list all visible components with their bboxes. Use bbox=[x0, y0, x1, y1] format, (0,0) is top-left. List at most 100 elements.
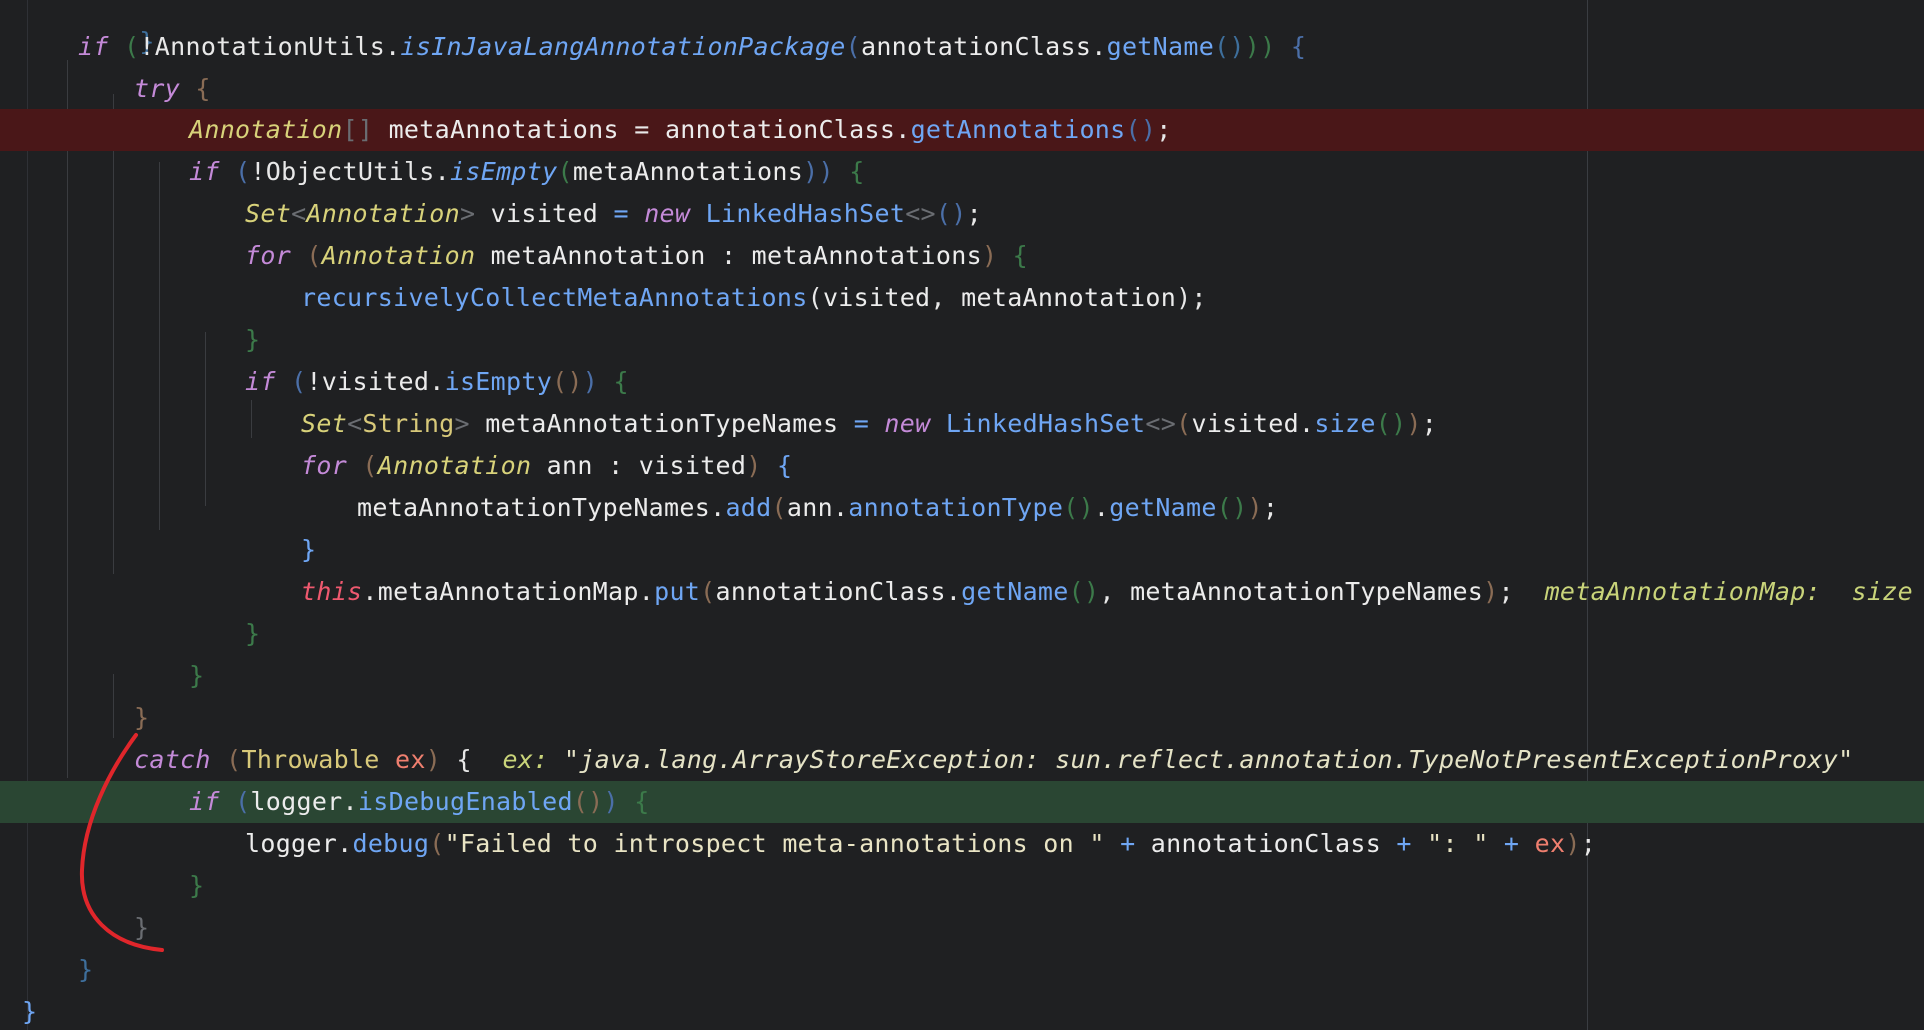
paren: ) bbox=[603, 787, 619, 816]
colon: : bbox=[720, 241, 737, 270]
debug-inlay-value[interactable]: "java.lang.ArrayStoreException: sun.refl… bbox=[564, 745, 1854, 774]
indent-guide bbox=[205, 332, 206, 506]
dot: . bbox=[434, 157, 451, 186]
parens: () bbox=[1063, 493, 1094, 522]
variable: ann bbox=[546, 451, 593, 480]
class-reference: LinkedHashSet bbox=[945, 409, 1146, 438]
code-line: for (Annotation metaAnnotation : metaAnn… bbox=[245, 235, 1028, 277]
paren: ( bbox=[845, 32, 861, 61]
paren: ( bbox=[771, 493, 787, 522]
method-call: isDebugEnabled bbox=[357, 787, 573, 816]
variable: ex bbox=[395, 745, 426, 774]
variable: metaAnnotations bbox=[751, 241, 982, 270]
dot: . bbox=[1298, 409, 1315, 438]
parens: () bbox=[935, 199, 967, 228]
code-line: if (!AnnotationUtils.isInJavaLangAnnotat… bbox=[78, 26, 1306, 68]
paren: ( bbox=[226, 745, 242, 774]
paren: ) bbox=[425, 745, 442, 774]
variable: visited bbox=[1191, 409, 1299, 438]
keyword-new: new bbox=[884, 409, 931, 438]
code-editor[interactable]: } if (!AnnotationUtils.isInJavaLangAnnot… bbox=[0, 0, 1924, 1030]
code-line: this.metaAnnotationMap.put(annotationCla… bbox=[301, 571, 1924, 613]
debug-inlay-value[interactable]: metaAnnotationMap: size = 1 annota bbox=[1545, 577, 1924, 606]
method-call: size bbox=[1314, 409, 1376, 438]
parens: () bbox=[1125, 115, 1157, 144]
paren: ) bbox=[1247, 493, 1263, 522]
paren: ) bbox=[1483, 577, 1499, 606]
code-line: } bbox=[134, 907, 149, 949]
code-line: } bbox=[189, 655, 204, 697]
debug-inlay-label[interactable]: ex: bbox=[503, 745, 549, 774]
parens: () bbox=[552, 367, 583, 396]
parens: () bbox=[1216, 493, 1248, 522]
method-call: getName bbox=[1106, 32, 1215, 61]
semicolon: ; bbox=[1156, 115, 1172, 144]
parens: () bbox=[1375, 409, 1407, 438]
variable: ex bbox=[1534, 829, 1566, 858]
paren: ) bbox=[1565, 829, 1581, 858]
parens: () bbox=[1068, 577, 1100, 606]
method-call: isEmpty bbox=[450, 157, 558, 186]
open-brace: { bbox=[634, 787, 650, 816]
method-call: isInJavaLangAnnotationPackage bbox=[400, 32, 846, 61]
method-call: getName bbox=[961, 577, 1069, 606]
dot: . bbox=[895, 115, 911, 144]
open-brace: { bbox=[849, 157, 865, 186]
type-name: Annotation bbox=[377, 451, 532, 480]
operator-not: ! bbox=[250, 157, 266, 186]
dot: . bbox=[638, 577, 655, 606]
generic-bracket: < bbox=[347, 409, 363, 438]
dot: . bbox=[945, 577, 962, 606]
generic-bracket: > bbox=[459, 199, 476, 228]
operator-plus: + bbox=[1503, 829, 1520, 858]
open-brace: { bbox=[456, 745, 472, 774]
code-line: recursivelyCollectMetaAnnotations(visite… bbox=[301, 277, 1207, 319]
indent-guide bbox=[113, 674, 114, 738]
string-literal: ": " bbox=[1427, 829, 1489, 858]
generic-diamond: <> bbox=[905, 199, 936, 228]
generic-bracket: > bbox=[454, 409, 470, 438]
operator-not: ! bbox=[306, 367, 322, 396]
class-reference: AnnotationUtils bbox=[154, 32, 386, 61]
open-brace: { bbox=[1012, 241, 1029, 270]
method-call: debug bbox=[352, 829, 430, 858]
variable: logger bbox=[250, 787, 343, 816]
open-brace: { bbox=[613, 367, 629, 396]
paren: ( bbox=[306, 241, 322, 270]
variable: annotationClass bbox=[1150, 829, 1382, 858]
parens: )) bbox=[803, 157, 834, 186]
keyword-for: for bbox=[245, 241, 292, 270]
operator-plus: + bbox=[1120, 829, 1136, 858]
operator-assign: = bbox=[613, 199, 629, 228]
code-line: Set<Annotation> visited = new LinkedHash… bbox=[245, 193, 982, 235]
variable: annotationClass bbox=[860, 32, 1092, 61]
code-line: } bbox=[134, 697, 149, 739]
class-reference: LinkedHashSet bbox=[705, 199, 906, 228]
code-line: } bbox=[301, 529, 316, 571]
variable: visited bbox=[321, 367, 430, 396]
variable: metaAnnotationTypeNames bbox=[485, 409, 839, 438]
closing-brace: } bbox=[245, 619, 261, 648]
operator-assign: = bbox=[634, 115, 650, 144]
paren: ( bbox=[807, 283, 823, 312]
variable: metaAnnotations bbox=[388, 115, 619, 144]
operator-assign: = bbox=[853, 409, 870, 438]
variable: visited bbox=[490, 199, 599, 228]
paren: ( bbox=[557, 157, 573, 186]
code-line: catch (Throwable ex) { ex: "java.lang.Ar… bbox=[134, 739, 1853, 781]
dot: . bbox=[429, 367, 445, 396]
paren: ( bbox=[124, 32, 140, 61]
code-line: } bbox=[22, 991, 37, 1030]
comma: , bbox=[930, 283, 946, 312]
method-call: recursivelyCollectMetaAnnotations bbox=[301, 283, 808, 312]
closing-brace: } bbox=[301, 535, 317, 564]
code-line: metaAnnotationTypeNames.add(ann.annotati… bbox=[357, 487, 1278, 529]
variable: visited bbox=[638, 451, 747, 480]
type-name: Annotation bbox=[321, 241, 476, 270]
method-call: getName bbox=[1109, 493, 1217, 522]
paren: ( bbox=[235, 157, 251, 186]
closing-brace: } bbox=[134, 913, 150, 942]
field-reference: metaAnnotationMap bbox=[377, 577, 639, 606]
semicolon: ; bbox=[1262, 493, 1279, 522]
closing-brace: } bbox=[22, 997, 38, 1026]
